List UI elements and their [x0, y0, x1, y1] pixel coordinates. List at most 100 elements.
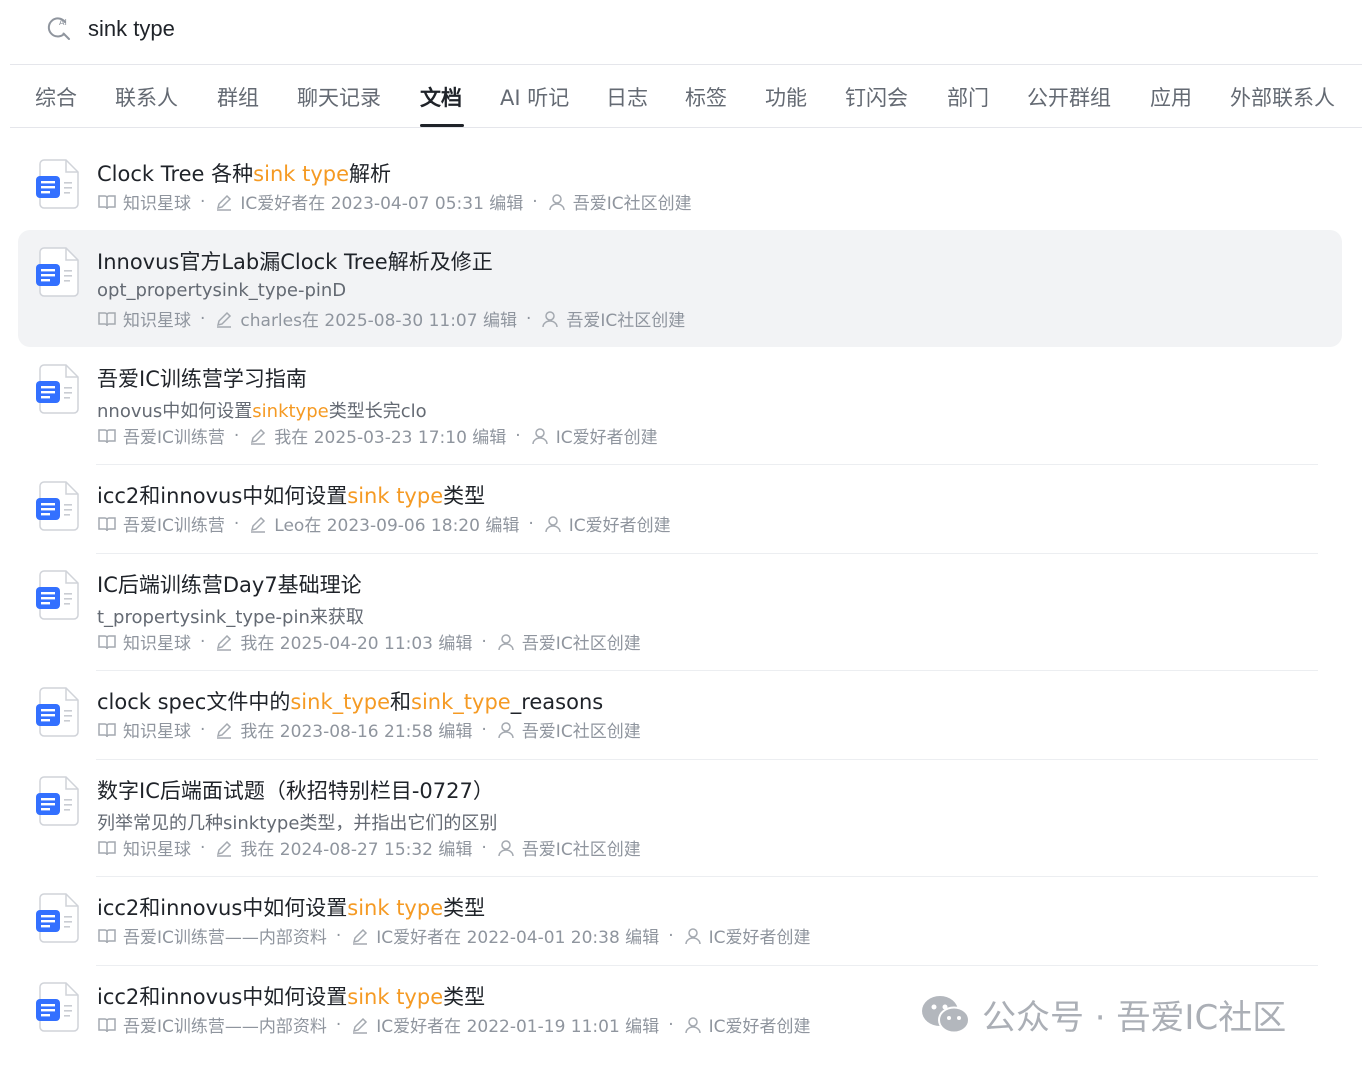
book-icon	[98, 311, 116, 326]
result-snippet: t_propertysink_type-pin来获取	[97, 603, 364, 629]
result-snippet: opt_propertysink_type-pinD	[97, 280, 346, 301]
tab-7[interactable]: 标签	[685, 82, 727, 112]
edit-info: IC爱好者在 2022-04-01 20:38 编辑	[376, 928, 660, 948]
separator-dot: ·	[481, 631, 487, 652]
doc-file-icon	[36, 775, 80, 827]
edit-info: Leo在 2023-09-06 18:20 编辑	[274, 516, 520, 536]
separator-dot: ·	[532, 191, 538, 212]
watermark-text: 公众号 · 吾爱IC社区	[982, 998, 1287, 1038]
result-row[interactable]: Clock Tree 各种sink type解析 知识星球 · IC爱好者在 2023…	[18, 142, 1342, 230]
tab-2[interactable]: 群组	[217, 82, 259, 112]
result-meta: 吾爱IC训练营——内部资料 · IC爱好者在 2022-04-01 20:38 编辑…	[97, 923, 810, 948]
result-meta: 知识星球 · IC爱好者在 2023-04-07 05:31 编辑 · 吾爱IC社区创建	[97, 189, 692, 214]
search-input[interactable]	[88, 12, 688, 46]
creator-info: 吾爱IC社区创建	[572, 194, 692, 214]
snippet-text: nnovus中如何设置	[97, 401, 253, 422]
space-name: 吾爱IC训练营——内部资料	[123, 928, 327, 948]
result-meta: 吾爱IC训练营——内部资料 · IC爱好者在 2022-01-19 11:01 编辑…	[97, 1012, 810, 1037]
result-row[interactable]: IC后端训练营Day7基础理论 t_propertysink_type-pin来获…	[18, 553, 1342, 670]
result-row[interactable]: 吾爱IC训练营学习指南 nnovus中如何设置sinktype类型长完clo 吾爱I…	[18, 347, 1342, 464]
title-text: 类型	[443, 985, 486, 1009]
tab-13[interactable]: 外部联系人	[1230, 82, 1335, 112]
title-text: 类型	[443, 896, 486, 920]
tab-12[interactable]: 应用	[1150, 82, 1192, 112]
separator-dot: ·	[233, 513, 240, 534]
edit-icon	[217, 840, 232, 857]
space-name: 知识星球	[123, 634, 191, 654]
keyword-highlight: sinktype	[252, 401, 329, 422]
tab-10[interactable]: 部门	[947, 82, 989, 112]
tab-11[interactable]: 公开群组	[1027, 82, 1111, 112]
result-title[interactable]: icc2和innovus中如何设置sink type类型	[97, 892, 485, 922]
book-icon	[98, 840, 116, 855]
result-meta: 知识星球 · 我在 2025-04-20 11:03 编辑 · 吾爱IC社区创建	[97, 629, 641, 654]
user-icon	[498, 721, 514, 738]
separator-dot: ·	[528, 513, 534, 534]
title-text: _reasons	[510, 690, 604, 714]
result-title[interactable]: 吾爱IC训练营学习指南	[97, 363, 307, 393]
result-row[interactable]: Innovus官方Lab漏Clock Tree解析及修正 opt_property…	[18, 230, 1342, 347]
result-meta: 吾爱IC训练营 · Leo在 2023-09-06 18:20 编辑 · IC爱好者创建	[97, 511, 671, 536]
snippet-text: 类型长完clo	[328, 401, 427, 422]
result-title[interactable]: IC后端训练营Day7基础理论	[97, 569, 362, 599]
tab-3[interactable]: 聊天记录	[297, 82, 381, 112]
creator-info: 吾爱IC社区创建	[521, 840, 641, 860]
title-text: Innovus官方Lab漏Clock Tree解析及修正	[97, 250, 493, 274]
tab-5[interactable]: AI 听记	[500, 82, 569, 112]
result-title[interactable]: icc2和innovus中如何设置sink type类型	[97, 480, 485, 510]
space-name: 吾爱IC训练营——内部资料	[123, 1017, 327, 1037]
search-bar[interactable]: AI	[0, 0, 1372, 64]
tab-4[interactable]: 文档	[420, 82, 462, 112]
separator-dot: ·	[525, 308, 532, 329]
separator-dot: ·	[233, 425, 240, 446]
edit-icon	[353, 1017, 368, 1034]
tab-1[interactable]: 联系人	[115, 82, 178, 112]
doc-file-icon	[36, 569, 80, 621]
creator-info: IC爱好者创建	[708, 1017, 811, 1037]
result-meta: 知识星球 · 我在 2024-08-27 15:32 编辑 · 吾爱IC社区创建	[97, 835, 641, 860]
result-row[interactable]: icc2和innovus中如何设置sink type类型 吾爱IC训练营 · Leo在…	[18, 464, 1342, 553]
book-icon	[98, 722, 116, 737]
user-icon	[684, 1016, 701, 1033]
edit-icon	[217, 634, 232, 651]
result-snippet: 列举常见的几种sinktype类型，并指出它们的区别	[97, 809, 497, 835]
result-title[interactable]: icc2和innovus中如何设置sink type类型	[97, 981, 485, 1011]
user-icon	[548, 193, 565, 210]
result-meta: 吾爱IC训练营 · 我在 2025-03-23 17:10 编辑 · IC爱好者创建	[97, 423, 658, 448]
user-icon	[498, 633, 514, 650]
result-title[interactable]: Clock Tree 各种sink type解析	[97, 158, 391, 188]
doc-file-icon	[36, 158, 80, 210]
keyword-highlight: sink type	[347, 985, 444, 1009]
keyword-highlight: sink_type	[411, 690, 511, 714]
tab-8[interactable]: 功能	[765, 82, 807, 112]
space-name: 知识星球	[123, 840, 191, 860]
result-title[interactable]: 数字IC后端面试题（秋招特别栏目-0727）	[97, 775, 494, 805]
keyword-highlight: sink type	[253, 162, 350, 186]
doc-file-icon	[36, 981, 80, 1033]
tab-6[interactable]: 日志	[606, 82, 648, 112]
result-row[interactable]: icc2和innovus中如何设置sink type类型 吾爱IC训练营——内部资…	[18, 876, 1342, 965]
title-text: IC后端训练营Day7基础理论	[97, 573, 362, 597]
result-row[interactable]: 数字IC后端面试题（秋招特别栏目-0727） 列举常见的几种sinktype类型，…	[18, 759, 1342, 876]
separator-dot: ·	[200, 837, 206, 858]
tab-9[interactable]: 钉闪会	[845, 82, 908, 112]
creator-info: 吾爱IC社区创建	[566, 311, 686, 331]
edit-info: IC爱好者在 2023-04-07 05:31 编辑	[240, 194, 524, 214]
watermark: 公众号 · 吾爱IC社区	[920, 990, 1286, 1039]
edit-info: 我在 2024-08-27 15:32 编辑	[240, 840, 473, 860]
edit-info: IC爱好者在 2022-01-19 11:01 编辑	[376, 1017, 660, 1037]
creator-info: 吾爱IC社区创建	[521, 634, 641, 654]
creator-info: IC爱好者创建	[568, 516, 671, 536]
user-icon	[684, 927, 701, 944]
book-icon	[98, 634, 116, 649]
snippet-text: 列举常见的几种sinktype类型，并指出它们的区别	[97, 813, 498, 834]
result-row[interactable]: clock spec文件中的sink_type和sink_type_reason…	[18, 670, 1342, 759]
result-title[interactable]: clock spec文件中的sink_type和sink_type_reason…	[97, 686, 603, 716]
title-text: 解析	[349, 162, 392, 186]
title-text: 和	[390, 690, 412, 714]
tab-0[interactable]: 综合	[35, 82, 77, 112]
result-title[interactable]: Innovus官方Lab漏Clock Tree解析及修正	[97, 246, 493, 276]
edit-icon	[251, 428, 266, 445]
title-text: icc2和innovus中如何设置	[97, 896, 348, 920]
book-icon	[98, 194, 116, 209]
